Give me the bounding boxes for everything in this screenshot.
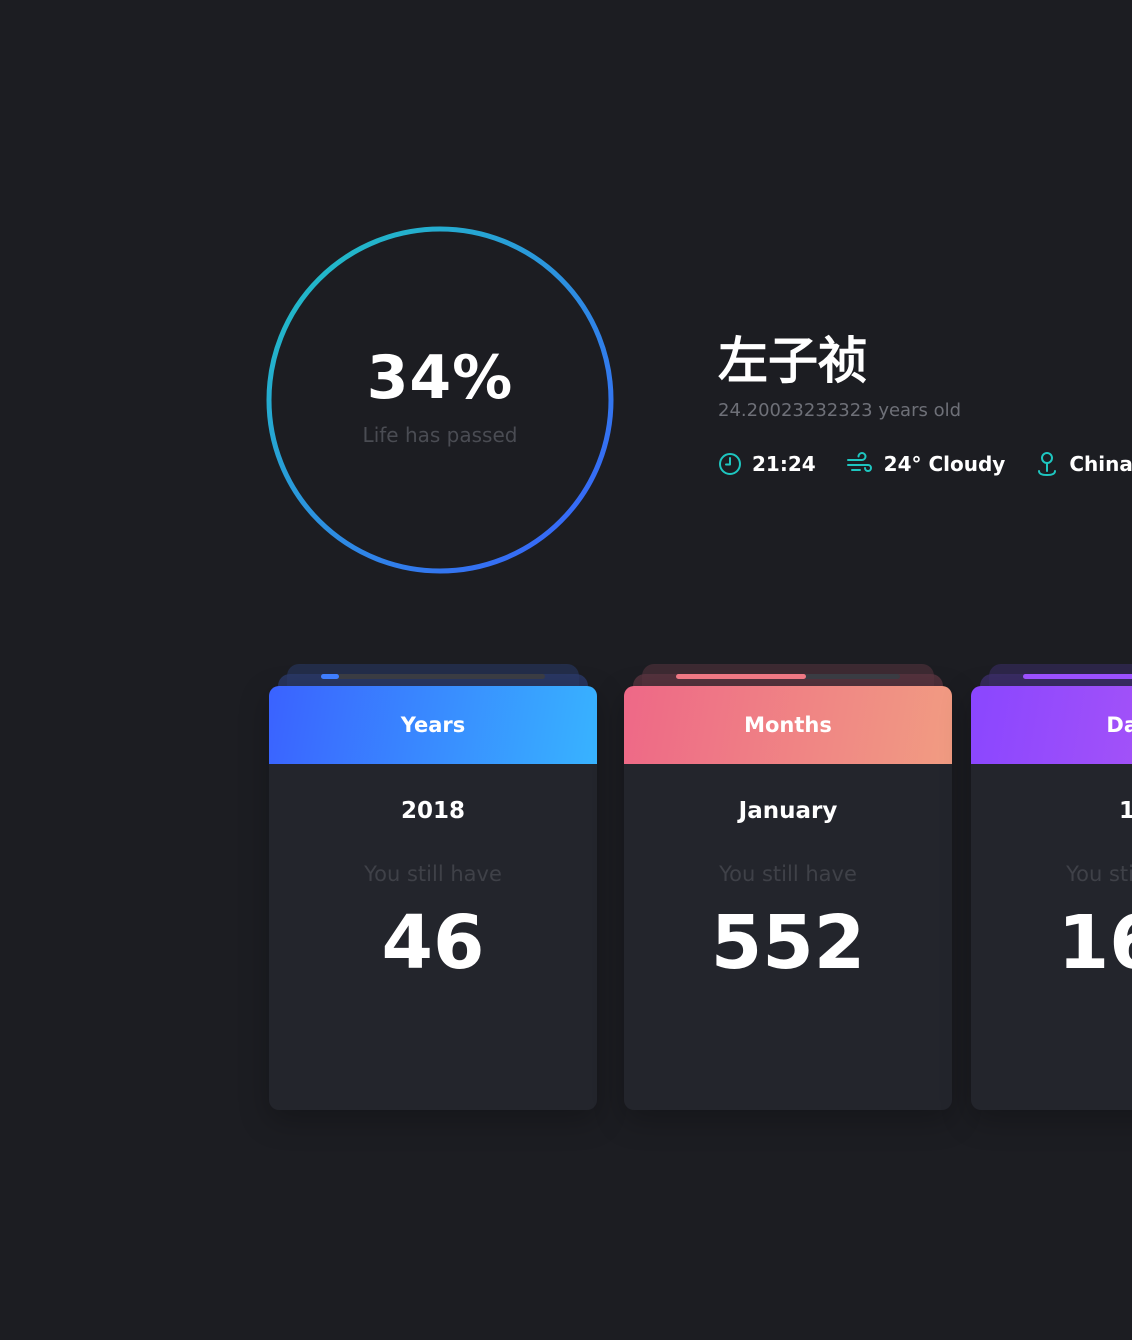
life-caption: Life has passed xyxy=(362,423,518,447)
card-years-progress-fill xyxy=(321,674,339,679)
location-text: China, xyxy=(1069,452,1132,476)
weather-text: 24° Cloudy xyxy=(883,452,1006,476)
card-still-label: You still have xyxy=(1066,862,1132,886)
life-percent: 34% xyxy=(366,343,514,413)
card-subtitle: 18 xyxy=(1118,798,1132,824)
card-years[interactable]: Years 2018 You still have 46 xyxy=(269,664,597,1110)
life-progress-ring: 34% Life has passed xyxy=(266,226,614,574)
card-months-progress-track xyxy=(676,674,900,679)
card-subtitle: January xyxy=(738,798,838,824)
profile-name: 左子祯 xyxy=(718,332,868,390)
card-subtitle: 2018 xyxy=(400,798,465,824)
card-header: Days xyxy=(971,686,1132,764)
card-header: Years xyxy=(269,686,597,764)
time-text: 21:24 xyxy=(752,452,816,476)
card-remaining-value: 165 xyxy=(1057,900,1132,986)
card-years-progress-track xyxy=(321,674,545,679)
card-months-progress-fill xyxy=(676,674,806,679)
card-header: Months xyxy=(624,686,952,764)
card-months[interactable]: Months January You still have 552 xyxy=(624,664,952,1110)
profile-age: 24.20023232323 years old xyxy=(718,400,962,421)
card-body: Months January You still have 552 xyxy=(624,686,952,1110)
clock-icon xyxy=(719,453,741,475)
time-item: 21:24 xyxy=(718,452,816,476)
meta-row: 21:24 24° Cloudy China, xyxy=(718,451,1132,477)
card-remaining-value: 46 xyxy=(381,900,485,986)
profile-panel: 左子祯 24.20023232323 years old 21:24 24° C… xyxy=(718,332,1132,477)
card-remaining-value: 552 xyxy=(710,900,866,986)
card-still-label: You still have xyxy=(364,862,502,886)
wind-icon xyxy=(846,452,872,472)
location-pin-icon xyxy=(1038,452,1057,477)
card-days[interactable]: Days 18 You still have 165 xyxy=(971,664,1132,1110)
location-item: China, xyxy=(1035,451,1132,477)
weather-item: 24° Cloudy xyxy=(846,452,1006,476)
card-still-label: You still have xyxy=(719,862,857,886)
card-body: Years 2018 You still have 46 xyxy=(269,686,597,1110)
card-body: Days 18 You still have 165 xyxy=(971,686,1132,1110)
